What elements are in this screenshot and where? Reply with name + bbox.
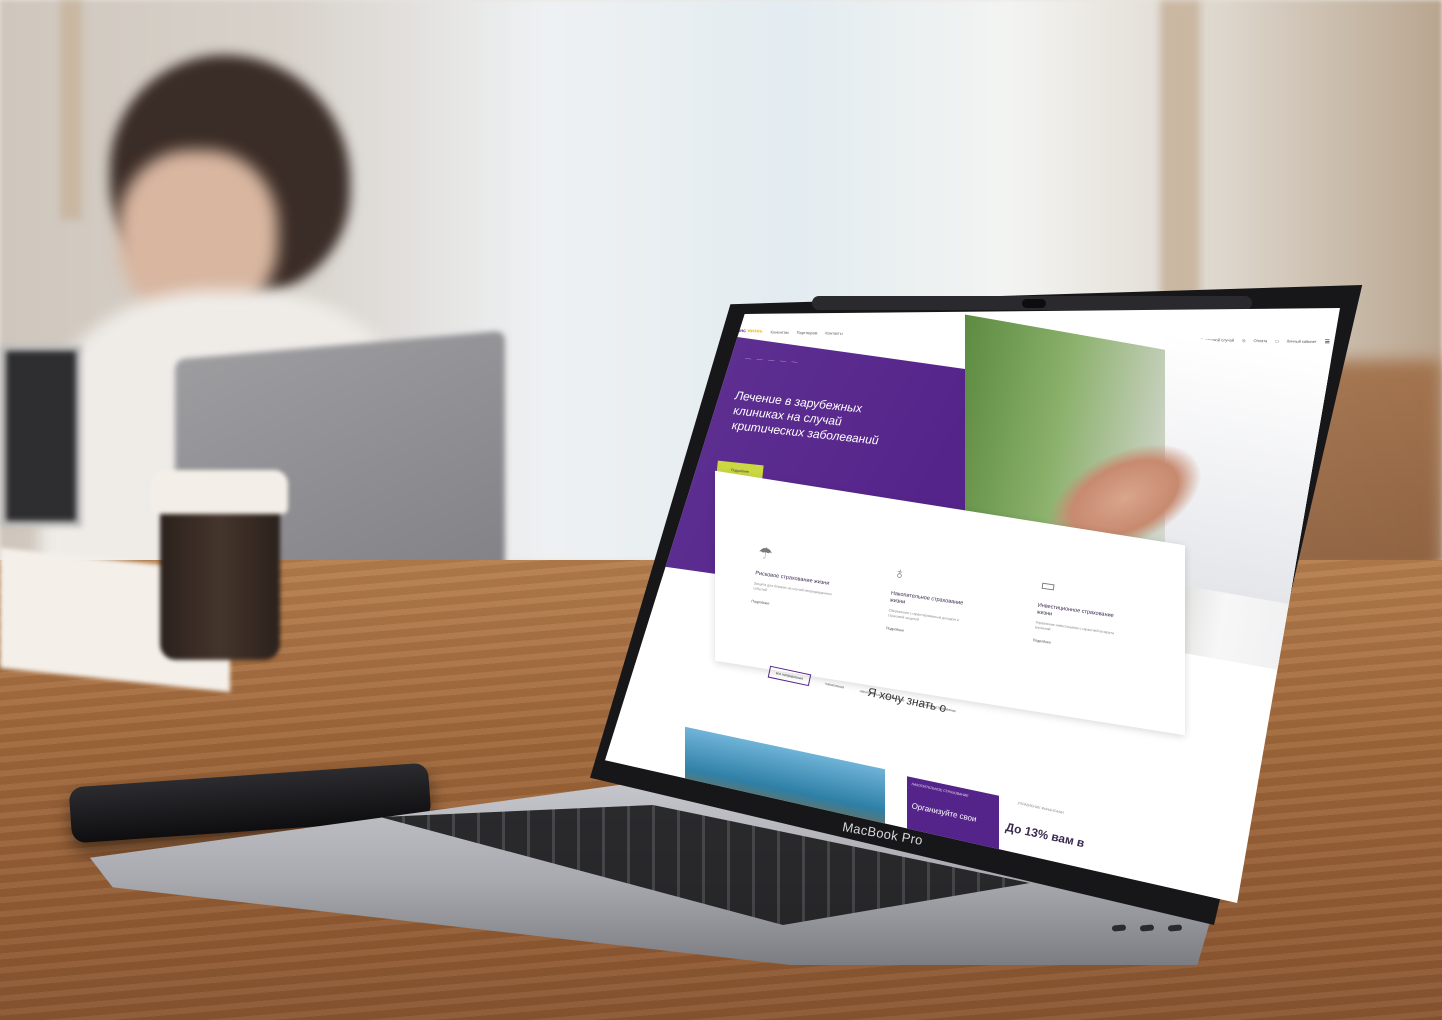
headphone-port xyxy=(1167,924,1183,932)
tab-risk[interactable]: рисковое страхование xyxy=(920,702,956,713)
tab-savings[interactable]: накопления xyxy=(825,682,844,690)
wallet-icon: ◎ xyxy=(1241,337,1246,343)
coffee-cup-lid xyxy=(152,470,288,514)
promo-side-label: УПРАВЛЕНИЕ ФИНАНСАМИ xyxy=(1017,801,1065,815)
nav-item-account[interactable]: Личный кабинет xyxy=(1287,338,1317,344)
nav-item-contacts[interactable]: Контакты xyxy=(825,330,842,335)
laptop-ports xyxy=(1111,924,1183,935)
logo-suffix: жизнь xyxy=(747,328,763,335)
promo-side-heading: До 13% вам в xyxy=(1004,819,1086,851)
photo-scene: MacBook Pro Ренессанс жизнь Клиентам Пар… xyxy=(0,0,1442,1020)
usb-port xyxy=(1111,924,1127,932)
window-frame xyxy=(60,0,82,220)
product-card[interactable]: ♁ Накопительное страхование жизни Сбереж… xyxy=(886,565,974,641)
product-card[interactable]: ☂ Рисковое страхование жизни Защита для … xyxy=(751,543,839,615)
usb-port xyxy=(1139,924,1155,932)
nav-item-payment[interactable]: Оплата xyxy=(1253,337,1267,342)
nav-item-clients[interactable]: Клиентам xyxy=(771,329,789,334)
nav-item-partners[interactable]: Партнерам xyxy=(797,330,818,335)
product-card[interactable]: ▭ Инвестиционное страхование жизни Управ… xyxy=(1033,575,1122,653)
user-icon: ◻ xyxy=(1275,337,1279,343)
background-laptop-left xyxy=(0,345,82,527)
window-frame xyxy=(1160,0,1200,300)
camera-icon xyxy=(1022,299,1046,308)
menu-icon[interactable]: ≡ xyxy=(1325,336,1330,346)
